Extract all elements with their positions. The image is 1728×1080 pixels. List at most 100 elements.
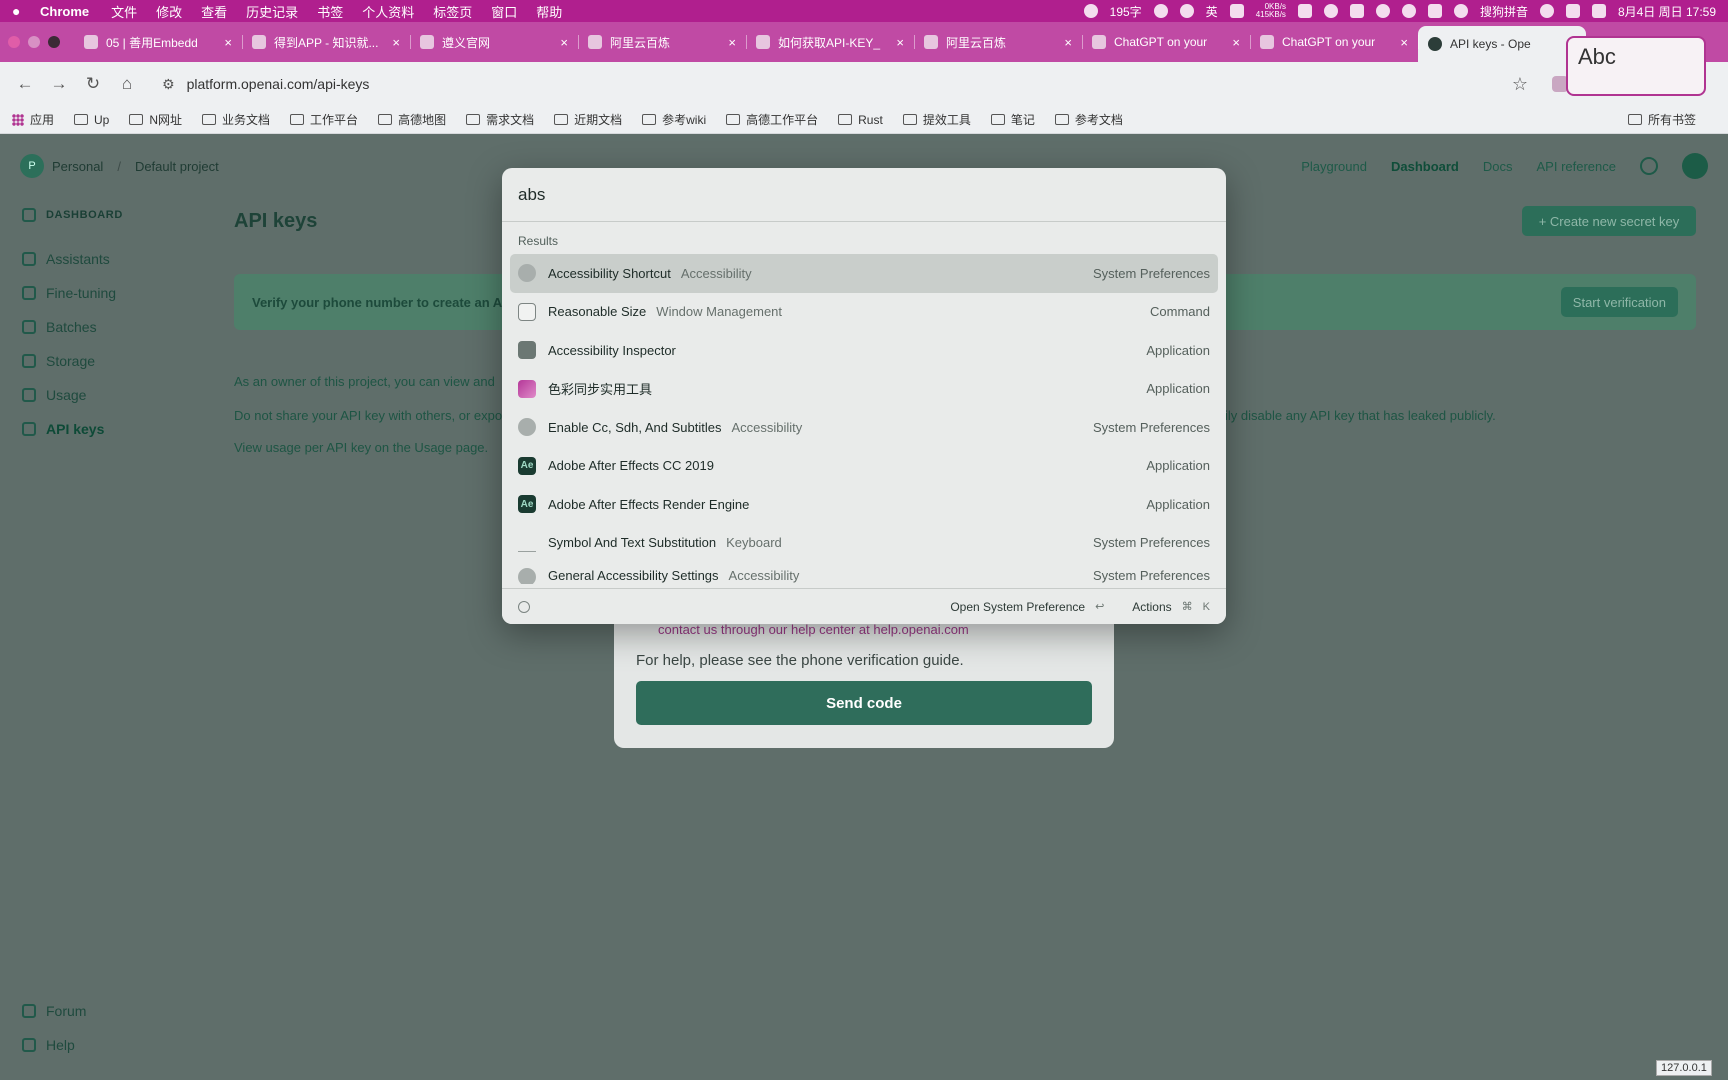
nav-api-reference[interactable]: API reference [1537,159,1617,174]
help-center-text[interactable]: contact us through our help center at he… [658,622,969,637]
menu-tabs[interactable]: 标签页 [433,2,472,21]
tab-close-icon[interactable]: × [1232,35,1240,50]
menu-help[interactable]: 帮助 [536,2,562,21]
result-item[interactable]: Symbol And Text Substitution Keyboard Sy… [510,524,1218,563]
tab-close-icon[interactable]: × [896,35,904,50]
menu-bookmarks[interactable]: 书签 [317,2,343,21]
microphone-icon[interactable] [1179,4,1194,18]
result-item[interactable]: 色彩同步实用工具 Application [510,370,1218,409]
bookmark-folder[interactable]: Rust [838,113,883,127]
actions-button[interactable]: Actions [1132,600,1171,614]
bookmark-folder[interactable]: N网址 [129,111,182,128]
browser-tab[interactable]: 遵义官网 × [410,26,578,58]
wechat-icon[interactable] [1323,4,1338,18]
control-center-icon[interactable] [1565,4,1580,18]
bookmark-folder[interactable]: 提效工具 [902,111,971,128]
siri-icon[interactable] [1591,4,1606,18]
forward-arrow-icon[interactable]: → [48,73,70,95]
menubar-clock[interactable]: 8月4日 周日 17:59 [1618,3,1716,20]
bookmark-star-icon[interactable]: ☆ [1512,74,1528,95]
result-item[interactable]: Reasonable Size Window Management Comman… [510,293,1218,332]
site-info-icon[interactable]: ⚙ [162,76,175,93]
primary-action-button[interactable]: Open System Preference [950,600,1085,614]
browser-tab-active[interactable]: API keys - Ope [1418,26,1586,62]
result-item[interactable]: Enable Cc, Sdh, And Subtitles Accessibil… [510,408,1218,447]
url-text[interactable]: platform.openai.com/api-keys [187,76,370,92]
user-avatar[interactable] [1682,153,1708,179]
bookmark-apps[interactable]: 应用 [12,111,54,128]
spotlight-icon[interactable] [1539,4,1554,18]
browser-tab[interactable]: ChatGPT on your × [1250,26,1418,58]
bookmark-folder[interactable]: 需求文档 [466,111,534,128]
bookmark-folder[interactable]: 高德地图 [378,111,446,128]
result-item[interactable]: Ae Adobe After Effects CC 2019 Applicati… [510,447,1218,486]
reload-icon[interactable]: ↻ [82,73,104,95]
bookmark-folder[interactable]: 参考wiki [642,111,706,128]
menu-app-name[interactable]: Chrome [40,4,89,19]
home-icon[interactable]: ⌂ [116,73,138,95]
browser-tab[interactable]: 阿里云百炼 × [914,26,1082,58]
input-method-floating-widget[interactable]: Abc [1566,36,1706,96]
nav-dashboard[interactable]: Dashboard [1391,159,1459,174]
org-avatar[interactable]: P [20,154,44,178]
sync-icon[interactable] [1375,4,1390,18]
result-item[interactable]: Accessibility Inspector Application [510,331,1218,370]
sidebar-toggle-icon[interactable] [22,208,36,222]
menu-profiles[interactable]: 个人资料 [362,2,414,21]
back-arrow-icon[interactable]: ← [14,73,36,95]
input-source-short[interactable]: 英 [1206,3,1218,20]
emoji-icon[interactable] [1153,4,1168,18]
apple-menu-icon[interactable]: ● [12,3,26,19]
close-window-icon[interactable] [8,36,20,48]
bookmark-folder[interactable]: 近期文档 [554,111,622,128]
sidebar-item-api-keys[interactable]: API keys [22,412,202,446]
result-item[interactable]: General Accessibility Settings Accessibi… [510,562,1218,584]
browser-tab[interactable]: ChatGPT on your × [1082,26,1250,58]
sidebar-item-fine-tuning[interactable]: Fine-tuning [22,276,202,310]
user-icon[interactable] [1401,4,1416,18]
bookmark-folder[interactable]: 笔记 [990,111,1035,128]
menu-file[interactable]: 文件 [111,2,137,21]
usage-link-paragraph[interactable]: View usage per API key on the Usage page… [234,440,488,455]
sidebar-item-assistants[interactable]: Assistants [22,242,202,276]
nav-playground[interactable]: Playground [1301,159,1367,174]
menu-window[interactable]: 窗口 [491,2,517,21]
launcher-settings-icon[interactable] [518,600,530,613]
send-code-button[interactable]: Send code [636,681,1092,725]
nav-docs[interactable]: Docs [1483,159,1513,174]
bookmark-folder[interactable]: 高德工作平台 [726,111,818,128]
cat-icon[interactable] [1229,4,1244,18]
tab-close-icon[interactable]: × [560,35,568,50]
browser-tab[interactable]: 阿里云百炼 × [578,26,746,58]
sidebar-item-batches[interactable]: Batches [22,310,202,344]
photo-icon[interactable] [1349,4,1364,18]
create-secret-key-button[interactable]: + Create new secret key [1522,206,1696,236]
record-icon[interactable] [1083,4,1098,18]
minimize-window-icon[interactable] [28,36,40,48]
tab-close-icon[interactable]: × [224,35,232,50]
menu-edit[interactable]: 修改 [156,2,182,21]
menu-view[interactable]: 查看 [201,2,227,21]
project-switcher[interactable]: Default project [135,159,219,174]
settings-gear-icon[interactable] [1640,157,1658,175]
tab-close-icon[interactable]: × [728,35,736,50]
bookmark-folder[interactable]: Up [74,113,109,127]
menu-history[interactable]: 历史记录 [246,2,298,21]
org-switcher[interactable]: Personal [52,159,103,174]
address-bar[interactable]: ⚙ platform.openai.com/api-keys [150,68,1512,100]
input-method[interactable]: 搜狗拼音 [1480,3,1528,20]
sidebar-item-help[interactable]: Help [22,1028,86,1062]
browser-tab[interactable]: 如何获取API-KEY_ × [746,26,914,58]
sidebar-item-usage[interactable]: Usage [22,378,202,412]
tab-close-icon[interactable]: × [392,35,400,50]
browser-tab[interactable]: 得到APP - 知识就... × [242,26,410,58]
tab-close-icon[interactable]: × [1400,35,1408,50]
bluetooth-icon[interactable] [1427,4,1442,18]
all-bookmarks[interactable]: 所有书签 [1627,111,1696,128]
bookmark-folder[interactable]: 参考文档 [1054,111,1123,128]
wifi-icon[interactable] [1453,4,1468,18]
launcher-search-input[interactable] [518,184,1210,205]
result-item[interactable]: Accessibility Shortcut Accessibility Sys… [510,254,1218,293]
diamond-icon[interactable] [1297,4,1312,18]
start-verification-button[interactable]: Start verification [1560,287,1678,317]
